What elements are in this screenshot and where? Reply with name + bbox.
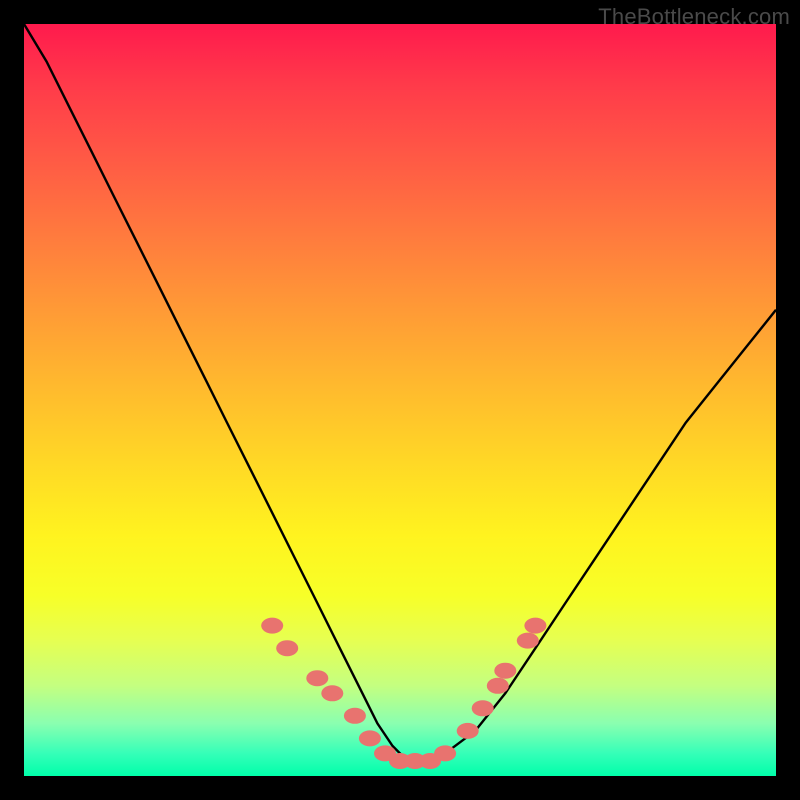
marker-dot — [321, 685, 343, 701]
marker-dot — [306, 670, 328, 686]
marker-dot — [494, 663, 516, 679]
marker-dot — [261, 618, 283, 634]
marker-dot — [457, 723, 479, 739]
marker-dot — [524, 618, 546, 634]
watermark-text: TheBottleneck.com — [598, 4, 790, 30]
marker-dot — [517, 633, 539, 649]
marker-dot — [359, 730, 381, 746]
marker-dot — [276, 640, 298, 656]
marker-dots — [261, 618, 546, 769]
curve-layer — [24, 24, 776, 776]
marker-dot — [434, 745, 456, 761]
marker-dot — [487, 678, 509, 694]
chart-frame: TheBottleneck.com — [0, 0, 800, 800]
marker-dot — [344, 708, 366, 724]
bottleneck-curve — [24, 24, 776, 761]
plot-area — [24, 24, 776, 776]
marker-dot — [472, 700, 494, 716]
